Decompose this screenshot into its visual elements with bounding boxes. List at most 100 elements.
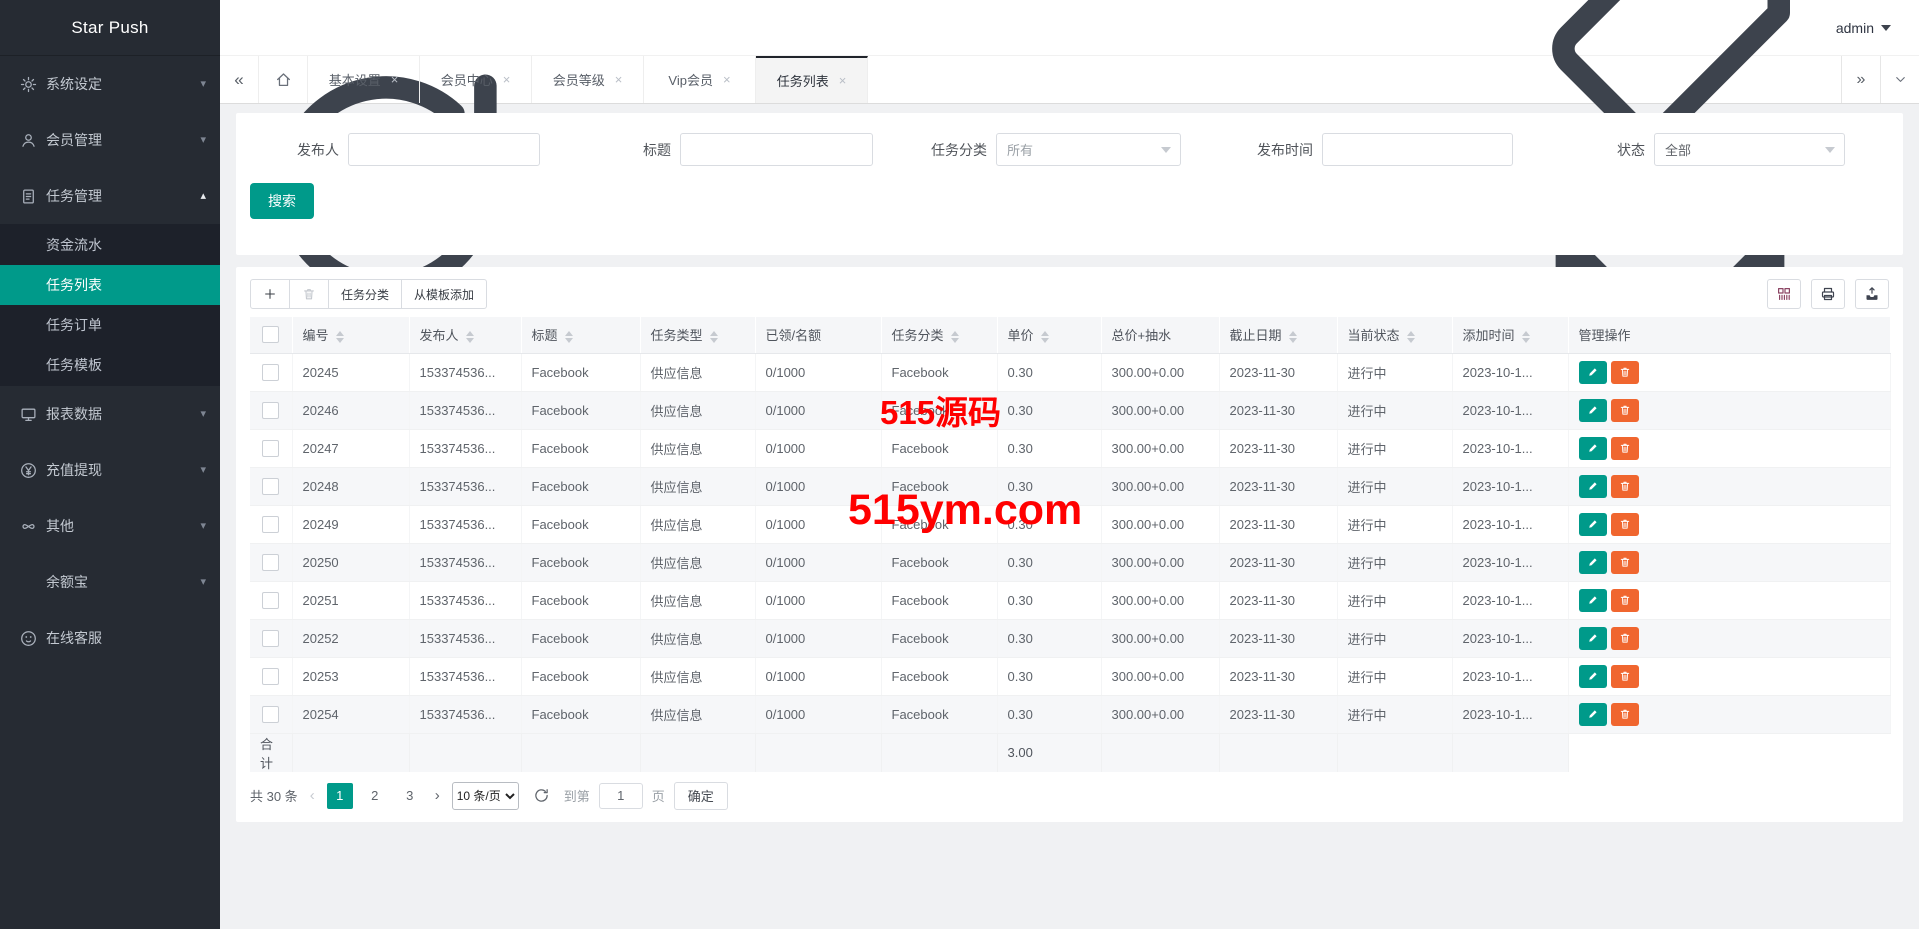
close-icon[interactable]: × bbox=[723, 72, 731, 87]
delete-button[interactable] bbox=[1610, 474, 1639, 498]
sidebar-item[interactable]: 系统设定 ▾ bbox=[0, 56, 220, 112]
delete-button[interactable] bbox=[1610, 360, 1639, 384]
row-checkbox[interactable] bbox=[262, 363, 280, 381]
row-checkbox[interactable] bbox=[262, 439, 280, 457]
collapse-icon[interactable] bbox=[236, 0, 536, 19]
sidebar-subitem[interactable]: 任务模板 bbox=[0, 345, 220, 385]
goto-page-input[interactable] bbox=[598, 782, 643, 809]
sidebar-subitem[interactable]: 任务订单 bbox=[0, 305, 220, 345]
delete-button[interactable] bbox=[1610, 512, 1639, 536]
delete-button[interactable] bbox=[1610, 664, 1639, 688]
edit-button[interactable] bbox=[1578, 474, 1607, 498]
close-icon[interactable]: × bbox=[503, 72, 511, 87]
column-header[interactable]: 编号 bbox=[292, 317, 410, 354]
edit-button[interactable] bbox=[1578, 550, 1607, 574]
user-menu[interactable]: admin bbox=[1836, 19, 1891, 36]
export-button[interactable] bbox=[1855, 279, 1889, 309]
edit-button[interactable] bbox=[1578, 626, 1607, 650]
close-icon[interactable]: × bbox=[839, 73, 847, 88]
home-icon bbox=[275, 71, 292, 88]
prev-page-button[interactable]: ‹ bbox=[307, 787, 318, 804]
filter-select[interactable]: 全部 bbox=[1654, 133, 1845, 166]
filter-select[interactable]: 所有 bbox=[996, 133, 1181, 166]
column-header[interactable]: 总价+抽水 bbox=[1101, 317, 1220, 354]
page-number-button[interactable]: 1 bbox=[326, 782, 353, 809]
search-button[interactable]: 搜索 bbox=[250, 183, 314, 219]
sidebar-item[interactable]: 充值提现 ▾ bbox=[0, 442, 220, 498]
filter-input[interactable] bbox=[680, 133, 873, 166]
row-checkbox[interactable] bbox=[262, 477, 280, 495]
tab-active[interactable]: 任务列表 × bbox=[756, 56, 868, 103]
delete-button[interactable] bbox=[1610, 436, 1639, 460]
toolbar-plus-button[interactable] bbox=[250, 279, 290, 309]
printer-button[interactable] bbox=[1811, 279, 1845, 309]
sidebar-item[interactable]: 其他 ▾ bbox=[0, 498, 220, 554]
column-header[interactable]: 标题 bbox=[521, 317, 641, 354]
delete-button[interactable] bbox=[1610, 398, 1639, 422]
tabs-scroll-right-button[interactable]: » bbox=[1841, 56, 1880, 103]
edit-button[interactable] bbox=[1578, 588, 1607, 612]
page-size-select[interactable]: 10 条/页 bbox=[451, 781, 519, 810]
delete-button[interactable] bbox=[1610, 626, 1639, 650]
filter-input[interactable] bbox=[1322, 133, 1513, 166]
filter-input[interactable] bbox=[348, 133, 540, 166]
row-checkbox[interactable] bbox=[262, 629, 280, 647]
edit-button[interactable] bbox=[1578, 702, 1607, 726]
select-all-checkbox[interactable] bbox=[262, 326, 280, 344]
row-checkbox[interactable] bbox=[262, 705, 280, 723]
row-checkbox[interactable] bbox=[262, 553, 280, 571]
toolbar-button[interactable]: 任务分类 bbox=[328, 279, 403, 309]
row-checkbox[interactable] bbox=[262, 515, 280, 533]
column-header[interactable]: 添加时间 bbox=[1452, 317, 1569, 354]
column-header[interactable]: 任务类型 bbox=[640, 317, 756, 354]
column-header[interactable]: 单价 bbox=[997, 317, 1102, 354]
close-icon[interactable]: × bbox=[391, 72, 399, 87]
delete-button[interactable] bbox=[1610, 702, 1639, 726]
tab-item[interactable]: 会员等级 × bbox=[532, 56, 644, 103]
edit-button[interactable] bbox=[1578, 664, 1607, 688]
row-checkbox[interactable] bbox=[262, 667, 280, 685]
close-icon[interactable]: × bbox=[615, 72, 623, 87]
home-tab[interactable] bbox=[258, 56, 308, 103]
refresh-icon[interactable] bbox=[533, 787, 550, 804]
tab-item[interactable]: Vip会员 × bbox=[644, 56, 756, 103]
column-header[interactable]: 任务分类 bbox=[881, 317, 998, 354]
goto-confirm-button[interactable]: 确定 bbox=[673, 781, 728, 810]
column-header[interactable]: 已领/名额 bbox=[755, 317, 882, 354]
sidebar-subitem[interactable]: 任务列表 bbox=[0, 265, 220, 305]
columns-button[interactable] bbox=[1767, 279, 1801, 309]
delete-button[interactable] bbox=[1610, 588, 1639, 612]
tabs-scroll-left-button[interactable]: « bbox=[220, 56, 258, 103]
sidebar-subitem[interactable]: 资金流水 bbox=[0, 225, 220, 265]
toolbar-button[interactable]: 从模板添加 bbox=[401, 279, 488, 309]
sidebar-item[interactable]: 报表数据 ▾ bbox=[0, 386, 220, 442]
page-number-button[interactable]: 3 bbox=[397, 783, 423, 809]
column-header[interactable]: 当前状态 bbox=[1337, 317, 1453, 354]
tabs-collapse-button[interactable] bbox=[1880, 56, 1919, 103]
tab-item[interactable]: 会员中心 × bbox=[420, 56, 532, 103]
delete-button[interactable] bbox=[1610, 550, 1639, 574]
edit-button[interactable] bbox=[1578, 398, 1607, 422]
sidebar-item[interactable]: 任务管理 ▴ bbox=[0, 168, 220, 224]
tab-item[interactable]: 基本设置 × bbox=[308, 56, 420, 103]
column-header[interactable]: 截止日期 bbox=[1219, 317, 1338, 354]
sidebar-item[interactable]: 在线客服 bbox=[0, 610, 220, 666]
row-checkbox[interactable] bbox=[262, 591, 280, 609]
sidebar-item-label: 报表数据 bbox=[46, 406, 102, 422]
edit-button[interactable] bbox=[1578, 512, 1607, 536]
row-checkbox[interactable] bbox=[262, 401, 280, 419]
column-header[interactable]: 管理操作 bbox=[1568, 317, 1891, 354]
cell-price: 0.30 bbox=[997, 695, 1102, 734]
toolbar-trash-button[interactable] bbox=[289, 279, 329, 309]
edit-button[interactable] bbox=[1578, 436, 1607, 460]
page-number-button[interactable]: 2 bbox=[362, 783, 388, 809]
cell-title: Facebook bbox=[521, 467, 641, 506]
next-page-button[interactable]: › bbox=[432, 787, 443, 804]
toolbar-icon-buttons bbox=[1757, 279, 1889, 309]
sidebar-item[interactable]: 余额宝 ▾ bbox=[0, 554, 220, 610]
column-header[interactable]: 发布人 bbox=[409, 317, 522, 354]
app-root: Star Push 系统设定 ▾ 会员管理 ▾ 任务管理 ▴ 资金流水 任务列表 任务订单 任务模… bbox=[0, 0, 1919, 929]
edit-button[interactable] bbox=[1578, 360, 1607, 384]
cell-category: Facebook bbox=[881, 391, 998, 430]
sidebar-item[interactable]: 会员管理 ▾ bbox=[0, 112, 220, 168]
